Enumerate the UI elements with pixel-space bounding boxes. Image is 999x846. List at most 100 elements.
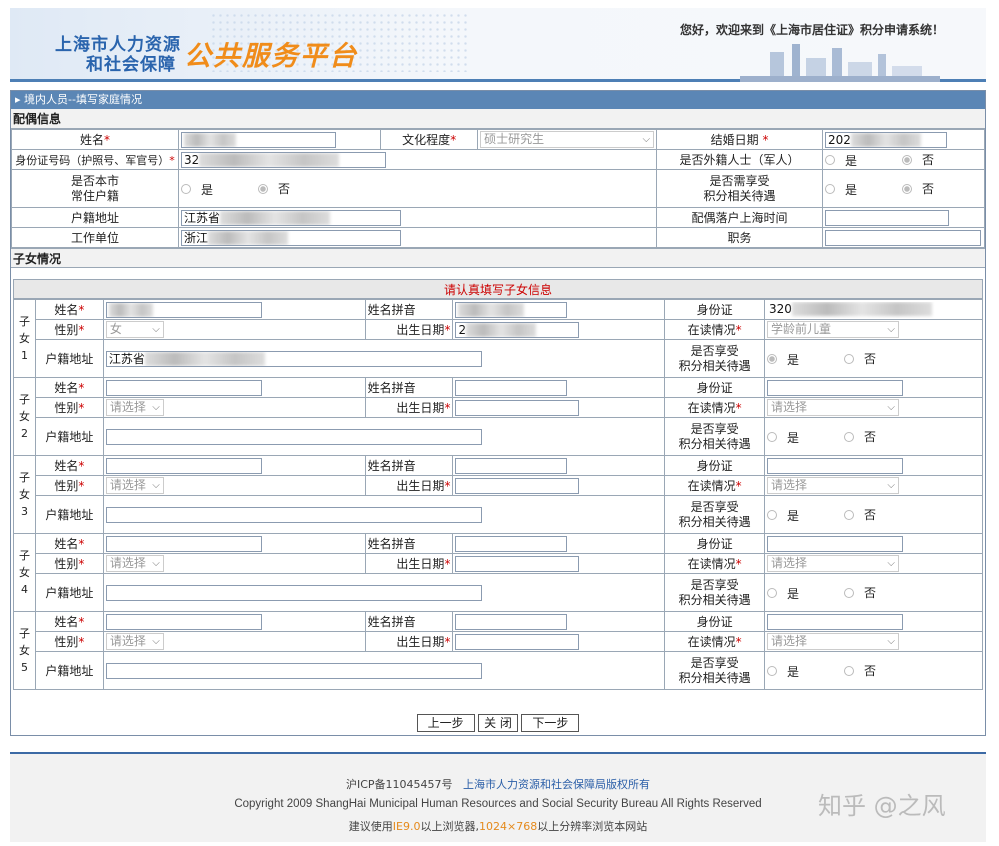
- local-yes-radio[interactable]: [180, 184, 191, 194]
- child-pinyin-label: 姓名拼音: [364, 611, 454, 632]
- spouse-hukou-label: 户籍地址: [11, 207, 179, 228]
- child-gender-select[interactable]: 请选择 ⌵: [105, 477, 164, 494]
- child-hukou-cell: 江苏省: [102, 339, 666, 378]
- child-benefit-yes-radio[interactable]: [766, 666, 777, 676]
- child-benefit-no-radio[interactable]: [844, 510, 854, 520]
- child-row-name: 子女 2 姓名* 姓名拼音 身份证: [13, 377, 984, 456]
- child-birth-input[interactable]: [455, 633, 580, 650]
- chevron-down-icon: ⌵: [152, 558, 160, 569]
- child-pinyin-input[interactable]: [455, 379, 568, 396]
- child-id-input[interactable]: [766, 379, 903, 396]
- no-label: 否: [864, 663, 877, 678]
- spouse-work-input[interactable]: 浙江: [180, 229, 401, 246]
- child-study-cell: 学龄前儿童 ⌵: [763, 319, 984, 340]
- child-birth-input[interactable]: [455, 477, 580, 494]
- spouse-id-input[interactable]: 32: [180, 151, 386, 168]
- child-benefit-yes-radio[interactable]: [766, 354, 777, 364]
- child-id-label: 身份证: [664, 377, 765, 398]
- child-name-input[interactable]: [105, 379, 262, 396]
- child-id-cell: [763, 455, 984, 476]
- foreign-no-radio[interactable]: [902, 155, 912, 165]
- child-name-input[interactable]: [105, 457, 262, 474]
- child-birth-input[interactable]: [455, 555, 580, 572]
- child-name-input[interactable]: [105, 613, 262, 630]
- spouse-name-cell: [177, 129, 382, 150]
- spouse-hukou-input[interactable]: 江苏省: [180, 209, 401, 226]
- child-study-cell: 请选择 ⌵: [763, 397, 984, 418]
- child-benefit-no-radio[interactable]: [844, 354, 854, 364]
- child-id-input[interactable]: [766, 457, 903, 474]
- child-benefit-no-radio[interactable]: [844, 588, 854, 598]
- marry-date-input[interactable]: 202: [824, 131, 947, 148]
- child-id-input[interactable]: 320: [766, 301, 977, 318]
- child-gender-select[interactable]: 请选择 ⌵: [105, 555, 164, 572]
- marry-date-cell: 202: [821, 129, 986, 150]
- child-study-select[interactable]: 学龄前儿童 ⌵: [766, 321, 899, 338]
- child-benefit-yes-radio[interactable]: [766, 432, 777, 442]
- children-block: 请认真填写子女信息 子女 1 姓名* 姓名拼音 身份证 320 性别* 女 ⌵ 出生日期* 2 在读情…: [13, 279, 984, 690]
- child-pinyin-input[interactable]: [455, 613, 568, 630]
- child-study-label: 在读情况*: [664, 319, 765, 340]
- spouse-settle-input[interactable]: [824, 209, 949, 226]
- child-benefit-yes-radio[interactable]: [766, 510, 777, 520]
- child-row-gender: 性别* 女 ⌵ 出生日期* 2 在读情况* 学龄前儿童 ⌵: [14, 319, 984, 340]
- child-index: 子女4: [13, 533, 36, 612]
- child-hukou-input[interactable]: [105, 584, 482, 601]
- chevron-down-icon: ⌵: [152, 402, 160, 413]
- spouse-edu-select[interactable]: 硕士研究生 ⌵: [480, 131, 655, 148]
- child-hukou-cell: [102, 573, 666, 612]
- yes-label: 是: [844, 153, 857, 168]
- child-pinyin-input[interactable]: [455, 301, 568, 318]
- child-name-input[interactable]: [105, 535, 262, 552]
- child-gender-label: 性别*: [34, 319, 104, 340]
- child-study-select[interactable]: 请选择 ⌵: [766, 633, 899, 650]
- child-name-cell: [102, 377, 366, 398]
- child-row-hukou: 户籍地址 是否享受 积分相关待遇是否: [14, 573, 984, 612]
- child-hukou-input[interactable]: 江苏省: [105, 350, 482, 367]
- icp-text: 沪ICP备11045457号: [345, 778, 453, 791]
- child-hukou-input[interactable]: [105, 662, 482, 679]
- child-birth-label: 出生日期*: [364, 475, 454, 496]
- child-study-select[interactable]: 请选择 ⌵: [766, 399, 899, 416]
- child-birth-cell: [452, 631, 666, 652]
- child-gender-cell: 请选择 ⌵: [102, 397, 366, 418]
- child-pinyin-input[interactable]: [455, 535, 568, 552]
- child-birth-input[interactable]: 2: [455, 321, 580, 338]
- prev-button[interactable]: 上一步: [416, 714, 475, 732]
- child-gender-select[interactable]: 请选择 ⌵: [105, 399, 164, 416]
- child-study-select[interactable]: 请选择 ⌵: [766, 555, 899, 572]
- spouse-benefit-yes-radio[interactable]: [824, 184, 835, 194]
- next-button[interactable]: 下一步: [521, 714, 580, 732]
- child-benefit-no-radio[interactable]: [844, 432, 854, 442]
- spouse-benefit-no-radio[interactable]: [902, 184, 912, 194]
- child-hukou-label: 户籍地址: [34, 573, 104, 612]
- child-hukou-cell: [102, 495, 666, 534]
- child-gender-select[interactable]: 女 ⌵: [105, 321, 164, 338]
- close-button[interactable]: 关 闭: [478, 714, 518, 732]
- copyright-owner-link[interactable]: 上海市人力资源和社会保障局版权所有: [463, 778, 650, 791]
- child-name-label: 姓名*: [34, 533, 104, 554]
- child-benefit-radio-cell: 是否: [763, 651, 984, 690]
- local-no-radio[interactable]: [257, 184, 268, 194]
- spouse-job-input[interactable]: [824, 229, 981, 246]
- chevron-down-icon: ⌵: [887, 402, 895, 413]
- child-id-cell: [763, 377, 984, 398]
- chevron-down-icon: ⌵: [887, 324, 895, 335]
- child-name-input[interactable]: [105, 301, 262, 318]
- yes-label: 是: [786, 508, 799, 523]
- spouse-name-input[interactable]: [180, 131, 336, 148]
- child-row-hukou: 户籍地址 是否享受 积分相关待遇是否: [14, 651, 984, 690]
- child-benefit-yes-radio[interactable]: [766, 588, 777, 598]
- foreign-yes-radio[interactable]: [824, 155, 835, 165]
- child-gender-select[interactable]: 请选择 ⌵: [105, 633, 164, 650]
- child-study-select[interactable]: 请选择 ⌵: [766, 477, 899, 494]
- child-birth-input[interactable]: [455, 399, 580, 416]
- child-pinyin-input[interactable]: [455, 457, 568, 474]
- child-id-input[interactable]: [766, 613, 903, 630]
- child-hukou-input[interactable]: [105, 428, 482, 445]
- child-benefit-no-radio[interactable]: [844, 666, 854, 676]
- foreign-label: 是否外籍人士（军人）: [656, 149, 823, 170]
- child-hukou-input[interactable]: [105, 506, 482, 523]
- child-id-input[interactable]: [766, 535, 903, 552]
- child-name-label: 姓名*: [34, 455, 104, 476]
